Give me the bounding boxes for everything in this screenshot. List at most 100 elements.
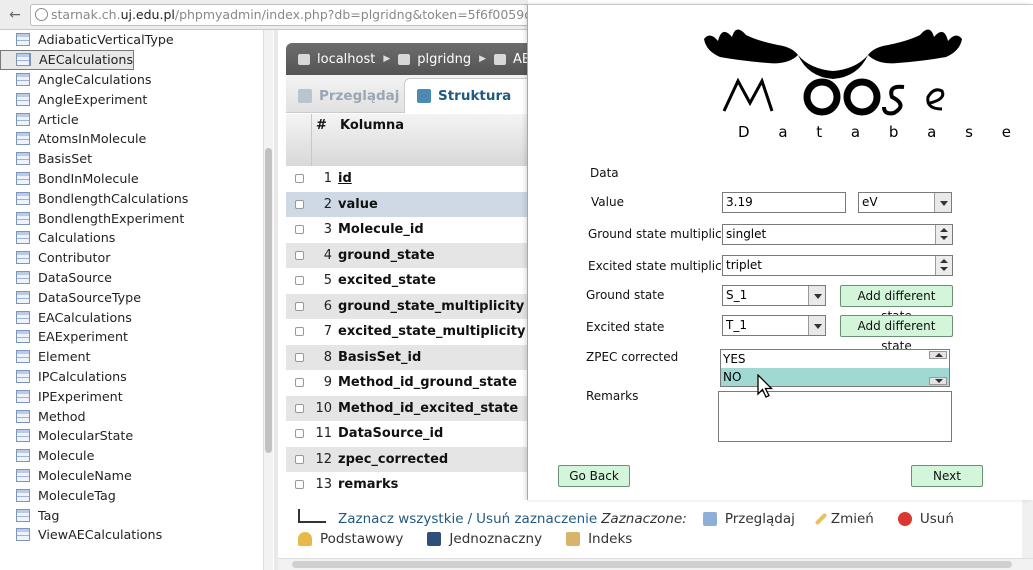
table-list-item-label[interactable]: DataSourceType bbox=[38, 290, 141, 305]
table-list-item-label[interactable]: EAExperiment bbox=[38, 329, 128, 344]
table-list-item-label[interactable]: Calculations bbox=[38, 230, 115, 245]
table-list-item[interactable]: ViewAECalculations bbox=[0, 525, 262, 545]
row-checkbox[interactable] bbox=[295, 225, 304, 235]
tab-browse[interactable]: Przeglądaj bbox=[286, 78, 404, 113]
spinner-arrows-icon[interactable] bbox=[935, 256, 952, 275]
table-icon[interactable] bbox=[16, 152, 30, 166]
table-icon[interactable] bbox=[16, 72, 30, 86]
header-column[interactable]: Kolumna bbox=[340, 118, 404, 133]
row-checkbox[interactable] bbox=[295, 429, 304, 439]
table-row[interactable]: 5 excited_state bbox=[286, 268, 528, 294]
table-list-item-label[interactable]: MoleculeName bbox=[38, 468, 132, 483]
scroll-down-icon[interactable] bbox=[929, 377, 947, 385]
table-row[interactable]: 9 Method_id_ground_state bbox=[286, 370, 528, 396]
table-list-item[interactable]: DataSource bbox=[0, 268, 262, 288]
table-icon[interactable] bbox=[16, 92, 30, 106]
chevron-down-icon[interactable] bbox=[934, 193, 951, 212]
table-icon[interactable] bbox=[16, 112, 30, 126]
row-checkbox[interactable] bbox=[295, 454, 304, 464]
table-icon[interactable] bbox=[16, 171, 30, 185]
table-list-item-label[interactable]: BondInMolecule bbox=[38, 171, 139, 186]
table-row[interactable]: 11 DataSource_id bbox=[286, 421, 528, 447]
table-list-item-label[interactable]: AECalculations bbox=[39, 50, 133, 69]
tab-structure[interactable]: Struktura bbox=[404, 78, 528, 113]
row-checkbox[interactable] bbox=[295, 327, 304, 337]
table-icon[interactable] bbox=[16, 270, 30, 284]
table-list-item[interactable]: BasisSet bbox=[0, 149, 262, 169]
table-list-item-label[interactable]: Tag bbox=[38, 508, 59, 523]
index-action[interactable]: Indeks bbox=[566, 531, 632, 547]
table-list-item[interactable]: Method bbox=[0, 406, 262, 426]
table-icon[interactable] bbox=[16, 33, 30, 47]
row-checkbox[interactable] bbox=[295, 378, 304, 388]
row-checkbox[interactable] bbox=[295, 480, 304, 490]
zpec-option-yes[interactable]: YES bbox=[721, 350, 949, 368]
table-row[interactable]: 2 value bbox=[286, 191, 528, 217]
table-list-item-label[interactable]: IPCalculations bbox=[38, 369, 127, 384]
table-list-item[interactable]: AtomsInMolecule bbox=[0, 129, 262, 149]
table-list-item[interactable]: MolecularState bbox=[0, 426, 262, 446]
delete-action[interactable]: Usuń bbox=[897, 511, 954, 527]
table-list-item[interactable]: AngleExperiment bbox=[0, 89, 262, 109]
table-list-item-label[interactable]: AngleCalculations bbox=[38, 72, 152, 87]
row-checkbox[interactable] bbox=[295, 301, 304, 311]
table-list-item-label[interactable]: Article bbox=[38, 112, 79, 127]
breadcrumb-database[interactable]: plgridng bbox=[417, 52, 471, 67]
table-list-item-label[interactable]: AdiabaticVerticalType bbox=[38, 32, 174, 47]
table-icon[interactable] bbox=[16, 191, 30, 205]
table-list-item-label[interactable]: AngleExperiment bbox=[38, 92, 147, 107]
table-row[interactable]: 13 remarks bbox=[286, 472, 528, 498]
table-list-item[interactable]: MoleculeTag bbox=[0, 485, 262, 505]
table-list-item[interactable]: AdiabaticVerticalType bbox=[0, 30, 262, 50]
right-scrollbar[interactable] bbox=[1022, 500, 1033, 558]
table-list-item[interactable]: AngleCalculations bbox=[0, 70, 262, 90]
scroll-up-icon[interactable] bbox=[929, 351, 947, 359]
table-icon[interactable] bbox=[16, 350, 30, 364]
scrollbar-thumb[interactable] bbox=[265, 148, 272, 453]
table-icon[interactable] bbox=[16, 211, 30, 225]
table-icon[interactable] bbox=[16, 389, 30, 403]
table-list-item-label[interactable]: BondlengthExperiment bbox=[38, 211, 184, 226]
table-list-item[interactable]: MoleculeName bbox=[0, 466, 262, 486]
back-arrow-icon[interactable]: ← bbox=[6, 6, 24, 24]
table-list-item[interactable]: Tag bbox=[0, 505, 262, 525]
table-row[interactable]: 6 ground_state_multiplicity bbox=[286, 293, 528, 319]
row-checkbox[interactable] bbox=[295, 250, 304, 260]
table-icon[interactable] bbox=[16, 53, 30, 67]
table-icon[interactable] bbox=[16, 449, 30, 463]
table-list-item-label[interactable]: IPExperiment bbox=[38, 389, 123, 404]
table-list-item[interactable]: IPExperiment bbox=[0, 386, 262, 406]
row-checkbox[interactable] bbox=[295, 199, 304, 209]
table-list-item[interactable]: IPCalculations bbox=[0, 367, 262, 387]
listbox-scrollbar[interactable] bbox=[929, 350, 949, 386]
spinner-arrows-icon[interactable] bbox=[935, 225, 952, 244]
table-row[interactable]: 7 excited_state_multiplicity bbox=[286, 319, 528, 345]
gs-select[interactable]: S_1 bbox=[722, 285, 826, 306]
table-list-item[interactable]: BondInMolecule bbox=[0, 169, 262, 189]
table-icon[interactable] bbox=[16, 488, 30, 502]
value-input[interactable]: 3.19 bbox=[722, 192, 846, 213]
es-select[interactable]: T_1 bbox=[722, 315, 826, 336]
row-checkbox[interactable] bbox=[295, 352, 304, 362]
breadcrumb-server[interactable]: localhost bbox=[317, 52, 375, 67]
url-bar[interactable]: starnak.ch.uj.edu.pl/phpmyadmin/index.ph… bbox=[30, 4, 540, 26]
scrollbar-thumb[interactable] bbox=[292, 561, 1012, 568]
table-icon[interactable] bbox=[16, 231, 30, 245]
table-icon[interactable] bbox=[16, 251, 30, 265]
next-button[interactable]: Next bbox=[911, 465, 983, 487]
table-row[interactable]: 12 zpec_corrected bbox=[286, 446, 528, 472]
table-list-item[interactable]: Article bbox=[0, 109, 262, 129]
primary-action[interactable]: Podstawowy bbox=[298, 531, 403, 547]
table-list-item-label[interactable]: BasisSet bbox=[38, 151, 92, 166]
unit-select[interactable]: eV bbox=[858, 192, 952, 213]
table-row[interactable]: 10 Method_id_excited_state bbox=[286, 395, 528, 421]
table-list-item[interactable]: Contributor bbox=[0, 248, 262, 268]
add-ground-state-button[interactable]: Add different state bbox=[840, 285, 953, 323]
uncheck-all-link[interactable]: Usuń zaznaczenie bbox=[476, 511, 597, 527]
row-checkbox[interactable] bbox=[295, 403, 304, 413]
table-icon[interactable] bbox=[16, 290, 30, 304]
horizontal-scrollbar[interactable] bbox=[278, 558, 1033, 570]
table-icon[interactable] bbox=[16, 528, 30, 542]
row-checkbox[interactable] bbox=[295, 276, 304, 286]
table-list-item[interactable]: Calculations bbox=[0, 228, 262, 248]
